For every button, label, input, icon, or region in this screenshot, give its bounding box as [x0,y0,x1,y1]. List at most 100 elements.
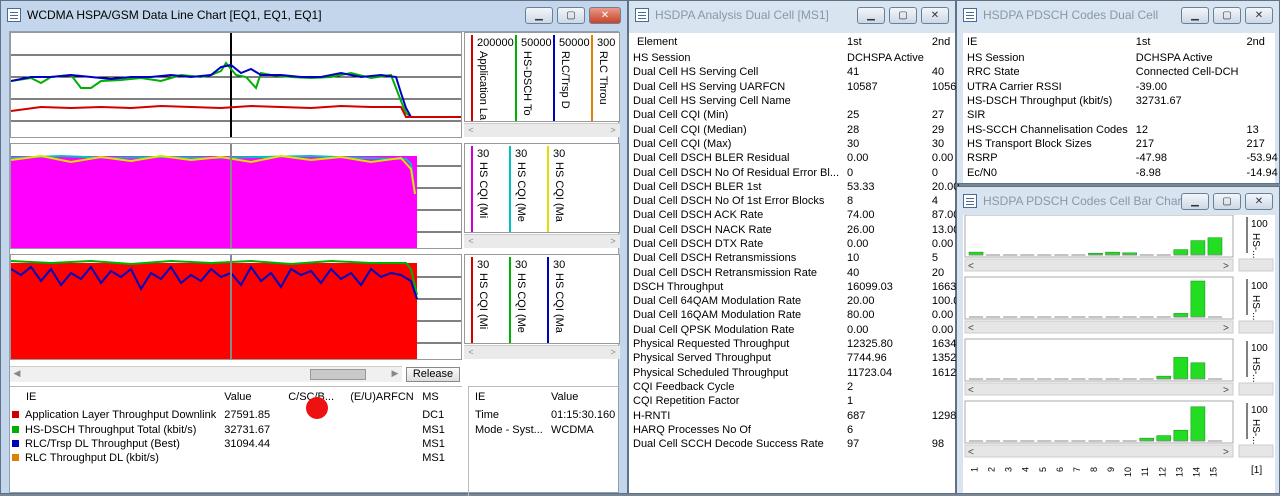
cqi-legend-2[interactable]: 30 HS CQI (Mi 30 HS CQI (Me 30 HS CQI (M… [464,254,620,344]
col-ie[interactable]: IE [963,33,1132,51]
legend-value: 30 [515,259,528,271]
table-row[interactable]: HS-DSCH Throughput (kbit/s) 32731.67 [963,94,1280,108]
table-row[interactable]: RLC/Trsp DL Throughput (Best) 31094.44 M… [10,437,462,451]
table-row[interactable]: Dual Cell CQI (Median) 28 29 [629,122,982,136]
bar [1207,237,1223,256]
cqi-plot-2 [11,255,461,359]
row-label: Physical Served Throughput [633,352,771,365]
table-row[interactable]: RRC State Connected Cell-DCH [963,65,1280,79]
table-row[interactable]: Physical Served Throughput 7744.96 13524.3… [629,351,982,365]
table-row[interactable]: HS Session DCHSPA Active [629,51,982,65]
maximize-button[interactable]: ▢ [1213,193,1241,210]
ie-table: IE Value C/SC/B... (E/U)ARFCN MS Applica… [10,390,462,465]
table-row[interactable]: Dual Cell HS Serving Cell Name [629,94,982,108]
hsdpa-analysis-client: Element 1st 2nd HS Session DCHSPA Active D… [629,33,978,493]
col-value[interactable]: Value [547,390,620,404]
table-row[interactable]: Dual Cell SCCH Decode Success Rate 97 98 [629,437,982,451]
table-row[interactable]: Dual Cell DSCH No Of Residual Error Bl..… [629,165,982,179]
table-row[interactable]: Ec/N0 -8.98 -14.94 [963,165,1280,179]
table-row[interactable]: Dual Cell DSCH Retransmissions 10 5 [629,251,982,265]
row-value [1243,80,1280,94]
table-row[interactable]: CQI Feedback Cycle 2 [629,380,982,394]
col-first[interactable]: 1st [1132,33,1243,51]
table-row[interactable]: Dual Cell DSCH DTX Rate 0.00 0.00 [629,237,982,251]
throughput-chart[interactable] [10,32,462,138]
table-row[interactable]: SIR [963,108,1280,122]
timeline-scroll-thumb[interactable] [310,369,366,380]
table-row[interactable]: Dual Cell DSCH BLER Residual 0.00 0.00 [629,151,982,165]
minimize-button[interactable]: ▁ [525,7,553,24]
close-button[interactable]: ✕ [921,7,949,24]
cqi-chart[interactable] [10,143,462,249]
col-ie[interactable]: IE [469,390,547,404]
cqi-legend[interactable]: 30 HS CQI (Mi 30 HS CQI (Me 30 HS CQI (M… [464,143,620,233]
line-chart-titlebar[interactable]: WCDMA HSPA/GSM Data Line Chart [EQ1, EQ1… [1,1,627,29]
col-first[interactable]: 1st [843,33,928,51]
col-arfcn[interactable]: (E/U)ARFCN [346,390,418,404]
table-row[interactable]: Dual Cell CQI (Max) 30 30 [629,137,982,151]
col-ms[interactable]: MS [418,390,462,404]
minimize-button[interactable]: ▁ [857,7,885,24]
table-row[interactable]: Mode - Syst... WCDMA [469,423,620,437]
close-button[interactable]: ✕ [1245,193,1273,210]
timeline-scrollbar[interactable]: ◀ ▶ [10,366,402,382]
table-row[interactable]: CQI Repetition Factor 1 [629,394,982,408]
table-row[interactable]: Dual Cell DSCH BLER 1st 53.33 20.00 [629,180,982,194]
table-row[interactable]: Dual Cell 64QAM Modulation Rate 20.00 100.… [629,294,982,308]
table-row[interactable]: RLC Throughput DL (kbit/s) MS1 [10,451,462,465]
table-row[interactable]: Application Layer Throughput Downlink 27… [10,408,462,422]
x-tick-label: 15 [1208,467,1218,477]
table-row[interactable]: HS-DSCH Throughput Total (kbit/s) 32731.… [10,423,462,437]
close-button[interactable]: ✕ [589,7,621,24]
table-row[interactable]: Dual Cell HS Serving UARFCN 10587 10562 [629,80,982,94]
row-value: 11723.04 [847,366,893,379]
legend-scrollbar [1238,382,1274,396]
axis-label: HS-... [1250,233,1261,259]
minimize-button[interactable]: ▁ [1181,193,1209,210]
maximize-button[interactable]: ▢ [1213,7,1241,24]
scroll-right-arrow: > [1223,447,1229,458]
x-tick-label: 11 [1140,467,1150,476]
maximize-button[interactable]: ▢ [889,7,917,24]
col-element[interactable]: Element [629,33,843,51]
col-second[interactable]: 2nd [1243,33,1280,51]
table-row[interactable]: Dual Cell DSCH Retransmission Rate 40 20 [629,265,982,279]
corner-label: [1] [1251,465,1262,476]
legend-scrollbar[interactable]: < > [464,345,620,359]
table-row[interactable]: Dual Cell 16QAM Modulation Rate 80.00 0.00 [629,308,982,322]
table-row[interactable]: RSRP -47.98 -53.94 [963,151,1280,165]
throughput-plot [11,33,461,137]
hsdpa-analysis-titlebar[interactable]: HSDPA Analysis Dual Cell [MS1] ▁ ▢ ✕ [629,1,955,29]
row-value [1243,94,1280,108]
table-row[interactable]: H-RNTI 687 1298 [629,408,982,422]
table-row[interactable]: Time 01:15:30.160 [469,408,620,422]
table-row[interactable]: UTRA Carrier RSSI -39.00 [963,80,1280,94]
legend-label: HS CQI (Ma [553,273,565,333]
release-button[interactable]: Release [406,367,460,382]
col-value[interactable]: Value [220,390,284,404]
legend-scrollbar[interactable]: < > [464,234,620,248]
table-row[interactable]: HS Transport Block Sizes 217 217 [963,137,1280,151]
table-row[interactable]: Dual Cell HS Serving Cell 41 40 [629,65,982,79]
pdsch-codes-titlebar[interactable]: HSDPA PDSCH Codes Dual Cell ▁ ▢ ✕ [957,1,1279,29]
table-row[interactable]: HS-SCCH Channelisation Codes 12 13 [963,122,1280,136]
throughput-legend[interactable]: 200000 Application La 50000 HS-DSCH To 5… [464,32,620,122]
close-button[interactable]: ✕ [1245,7,1273,24]
table-row[interactable]: Dual Cell DSCH No Of 1st Error Blocks 8 4 [629,194,982,208]
table-row[interactable]: Physical Requested Throughput 12325.80 163… [629,337,982,351]
table-row[interactable]: Physical Scheduled Throughput 11723.04 161… [629,366,982,380]
table-row[interactable]: Dual Cell DSCH ACK Rate 74.00 87.00 [629,208,982,222]
table-row[interactable]: Dual Cell CQI (Min) 25 27 [629,108,982,122]
table-row[interactable]: DSCH Throughput 16099.03 16632.64 [629,280,982,294]
table-row[interactable]: Dual Cell DSCH NACK Rate 26.00 13.00 [629,223,982,237]
bar-chart-titlebar[interactable]: HSDPA PDSCH Codes Cell Bar Chart... ▁ ▢ … [957,187,1279,215]
row-ie: Time [475,409,500,422]
table-row[interactable]: HS Session DCHSPA Active [963,51,1280,65]
table-row[interactable]: HARQ Processes No Of 6 [629,423,982,437]
legend-scrollbar[interactable]: < > [464,123,620,137]
table-row[interactable]: Dual Cell QPSK Modulation Rate 0.00 0.00 [629,323,982,337]
minimize-button[interactable]: ▁ [1181,7,1209,24]
col-ie[interactable]: IE [10,390,220,404]
maximize-button[interactable]: ▢ [557,7,585,24]
cqi-chart-2[interactable] [10,254,462,360]
